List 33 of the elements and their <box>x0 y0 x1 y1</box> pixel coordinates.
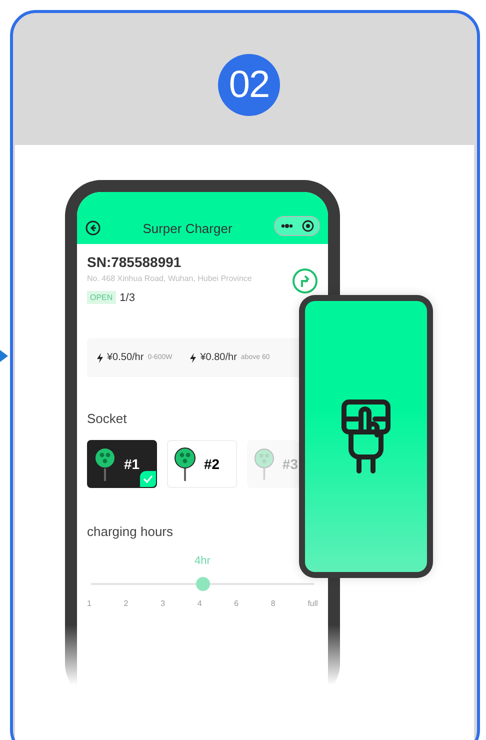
tick-label: 4 <box>197 599 202 608</box>
back-icon[interactable] <box>85 220 101 236</box>
address: No. 468 Xinhua Road, Wuhan, Hubei Province <box>87 274 252 283</box>
hours-value: 4hr <box>194 555 212 567</box>
bolt-icon <box>190 352 196 362</box>
plug-icon <box>174 447 196 481</box>
tick-label: 3 <box>160 599 166 608</box>
tick-label: full <box>308 599 318 608</box>
app-title: Surper Charger <box>142 221 234 236</box>
price-value: ¥0.80/hr <box>200 352 237 363</box>
socket-option[interactable]: #2 <box>167 440 237 488</box>
tick-label: 6 <box>234 599 239 608</box>
tick-label: 2 <box>124 599 128 608</box>
plug-icon <box>254 447 274 481</box>
arrow-icon <box>0 350 8 362</box>
price-value: ¥0.50/hr <box>107 352 144 363</box>
step-badge: 02 <box>218 54 280 116</box>
check-icon <box>140 471 156 487</box>
hand-card-icon <box>341 398 391 474</box>
menu-capsule[interactable] <box>274 216 320 236</box>
socket-option[interactable]: #1 <box>87 440 157 488</box>
bolt-icon <box>97 352 103 362</box>
tick-label: 1 <box>87 599 92 608</box>
slider-thumb[interactable] <box>196 577 210 591</box>
plug-icon <box>94 447 116 481</box>
target-icon[interactable] <box>302 220 314 232</box>
hours-heading: charging hours <box>87 524 174 539</box>
tick-label: 8 <box>270 599 276 608</box>
more-icon[interactable] <box>280 223 294 229</box>
availability-count: 1/3 <box>120 292 135 304</box>
socket-heading: Socket <box>87 411 128 426</box>
status-tag: OPEN <box>87 291 116 304</box>
serial-number: SN:785588991 <box>87 254 182 270</box>
